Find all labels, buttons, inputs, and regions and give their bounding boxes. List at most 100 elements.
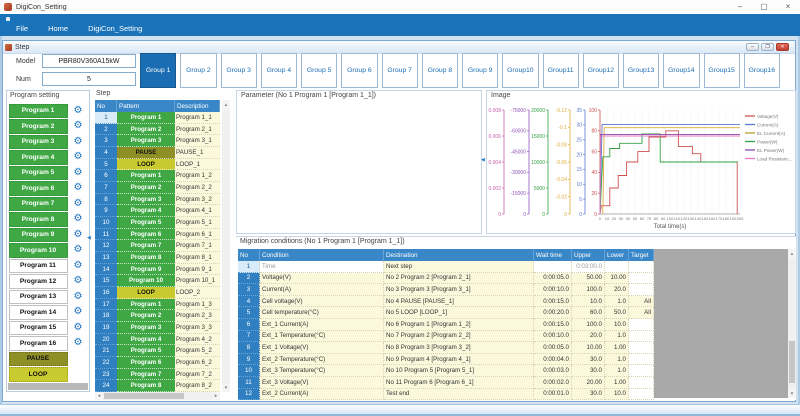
step-pattern-cell[interactable]: Program 4 xyxy=(117,205,175,217)
step-description-cell[interactable]: Program 7_2 xyxy=(175,369,220,381)
step-pattern-cell[interactable]: Program 3 xyxy=(117,135,175,147)
step-pattern-cell[interactable]: LOOP xyxy=(117,287,175,299)
group-tab[interactable]: Group 1 xyxy=(140,53,176,88)
step-description-cell[interactable]: Program 9_1 xyxy=(175,264,220,276)
step-pattern-cell[interactable]: Program 7 xyxy=(117,240,175,252)
step-description-cell[interactable]: Program 1_2 xyxy=(175,170,220,182)
step-no-cell[interactable]: 19 xyxy=(95,322,117,334)
program-button[interactable]: Program 8 xyxy=(9,212,68,227)
step-description-cell[interactable]: Program 8_2 xyxy=(175,380,220,392)
migration-destination-cell[interactable]: No 4 PAUSE [PAUSE_1] xyxy=(384,296,534,308)
migration-lower-cell[interactable]: 1.0 xyxy=(605,331,629,343)
gear-icon[interactable]: ⚙ xyxy=(74,168,83,178)
step-pattern-cell[interactable]: Program 5 xyxy=(117,345,175,357)
migration-no-cell[interactable]: 6 xyxy=(238,319,260,331)
step-description-cell[interactable]: Program 2_1 xyxy=(175,124,220,136)
program-button[interactable]: Program 15 xyxy=(9,321,68,336)
group-tab[interactable]: Group 5 xyxy=(301,53,337,88)
gear-icon[interactable]: ⚙ xyxy=(74,137,83,147)
group-tab[interactable]: Group10 xyxy=(502,53,538,88)
step-table-row[interactable]: 13Program 8Program 8_1 xyxy=(95,252,220,264)
migration-target-cell[interactable] xyxy=(629,342,654,354)
gear-icon[interactable]: ⚙ xyxy=(74,121,83,131)
step-description-cell[interactable]: Program 1_3 xyxy=(175,299,220,311)
group-tab[interactable]: Group 7 xyxy=(382,53,418,88)
migration-upper-cell[interactable]: 30.0 xyxy=(572,389,605,400)
step-pattern-cell[interactable]: Program 3 xyxy=(117,322,175,334)
migration-wait-time-cell[interactable]: 0:00:10.0 xyxy=(534,284,572,296)
migration-wait-time-cell[interactable]: 0:00:02.0 xyxy=(534,377,572,389)
migration-no-cell[interactable]: 9 xyxy=(238,354,260,366)
migration-condition-cell[interactable]: Ext_2 Temperature(°C) xyxy=(260,354,384,366)
step-no-cell[interactable]: 11 xyxy=(95,229,117,241)
step-pattern-cell[interactable]: Program 6 xyxy=(117,357,175,369)
migration-lower-cell[interactable]: 10.00 xyxy=(605,273,629,285)
step-description-cell[interactable]: Program 1_1 xyxy=(175,112,220,124)
step-pattern-cell[interactable]: Program 9 xyxy=(117,264,175,276)
migration-lower-cell[interactable] xyxy=(605,261,629,273)
migration-destination-cell[interactable]: No 9 Program 4 [Program 4_1] xyxy=(384,354,534,366)
step-description-cell[interactable]: Program 3_3 xyxy=(175,322,220,334)
step-table-row[interactable]: 7Program 2Program 2_2 xyxy=(95,182,220,194)
group-tab[interactable]: Group11 xyxy=(543,53,579,88)
child-minimize-icon[interactable]: – xyxy=(746,43,759,51)
migration-lower-cell[interactable]: 1.00 xyxy=(605,342,629,354)
migration-destination-cell[interactable]: No 6 Program 1 [Program 1_2] xyxy=(384,319,534,331)
migration-target-cell[interactable] xyxy=(629,319,654,331)
step-no-cell[interactable]: 1 xyxy=(95,112,117,124)
step-pattern-cell[interactable]: Program 3 xyxy=(117,194,175,206)
migration-table-row[interactable]: 11Ext_3 Voltage(V)No 11 Program 6 [Progr… xyxy=(238,377,654,389)
migration-condition-cell[interactable]: Cell temperature(°C) xyxy=(260,307,384,319)
step-no-cell[interactable]: 17 xyxy=(95,299,117,311)
step-table-row[interactable]: 15Program 10Program 10_1 xyxy=(95,275,220,287)
group-tab[interactable]: Group 9 xyxy=(462,53,498,88)
gear-icon[interactable]: ⚙ xyxy=(74,307,83,317)
menu-item-file[interactable]: File xyxy=(16,24,28,33)
step-no-cell[interactable]: 10 xyxy=(95,217,117,229)
step-table-row[interactable]: 19Program 3Program 3_3 xyxy=(95,322,220,334)
step-description-cell[interactable]: Program 4_1 xyxy=(175,205,220,217)
scroll-down-icon[interactable]: ▼ xyxy=(222,383,230,392)
migration-condition-cell[interactable]: Time xyxy=(260,261,384,273)
step-no-cell[interactable]: 9 xyxy=(95,205,117,217)
migration-target-cell[interactable] xyxy=(629,354,654,366)
migration-table-row[interactable]: 4Cell voltage(V)No 4 PAUSE [PAUSE_1]0:00… xyxy=(238,296,654,308)
program-button[interactable]: Program 11 xyxy=(9,259,68,274)
step-table-row[interactable]: 21Program 5Program 5_2 xyxy=(95,345,220,357)
quick-access-icon[interactable] xyxy=(6,17,10,21)
program-button[interactable]: Program 9 xyxy=(9,228,68,243)
step-pattern-cell[interactable]: Program 10 xyxy=(117,275,175,287)
migration-condition-cell[interactable]: Ext_1 Voltage(V) xyxy=(260,342,384,354)
migration-upper-cell[interactable]: 10.00 xyxy=(572,342,605,354)
step-table-row[interactable]: 17Program 1Program 1_3 xyxy=(95,299,220,311)
step-table-row[interactable]: 2Program 2Program 2_1 xyxy=(95,124,220,136)
migration-lower-cell[interactable]: 10.0 xyxy=(605,389,629,400)
step-no-cell[interactable]: 13 xyxy=(95,252,117,264)
migration-table-row[interactable]: 8Ext_1 Voltage(V)No 8 Program 3 [Program… xyxy=(238,342,654,354)
step-table-row[interactable]: 8Program 3Program 3_2 xyxy=(95,194,220,206)
step-no-cell[interactable]: 5 xyxy=(95,159,117,171)
step-no-cell[interactable]: 22 xyxy=(95,357,117,369)
migration-no-cell[interactable]: 12 xyxy=(238,389,260,400)
step-pattern-cell[interactable]: Program 1 xyxy=(117,112,175,124)
migration-lower-cell[interactable]: 1.0 xyxy=(605,365,629,377)
migration-wait-time-cell[interactable] xyxy=(534,261,572,273)
step-table-row[interactable]: 5LOOPLOOP_1 xyxy=(95,159,220,171)
migration-upper-cell[interactable]: 10.0 xyxy=(572,296,605,308)
migration-target-cell[interactable] xyxy=(629,365,654,377)
migration-vertical-scrollbar[interactable]: ▲ ▼ xyxy=(788,249,796,398)
scroll-right-icon[interactable]: ► xyxy=(212,392,220,400)
splitter-arrow-icon[interactable]: ◀ xyxy=(481,158,485,163)
step-pattern-cell[interactable]: Program 8 xyxy=(117,252,175,264)
group-tab[interactable]: Group16 xyxy=(744,53,780,88)
migration-upper-cell[interactable]: 30.0 xyxy=(572,365,605,377)
step-pattern-cell[interactable]: PAUSE xyxy=(117,147,175,159)
scroll-thumb[interactable] xyxy=(104,393,184,399)
migration-table-row[interactable]: 6Ext_1 Current(A)No 6 Program 1 [Program… xyxy=(238,319,654,331)
child-close-icon[interactable]: ✕ xyxy=(776,43,789,51)
migration-table-row[interactable]: 3Current(A)No 3 Program 3 [Program 3_1]0… xyxy=(238,284,654,296)
step-description-cell[interactable]: PAUSE_1 xyxy=(175,147,220,159)
migration-lower-cell[interactable]: 1.00 xyxy=(605,377,629,389)
step-no-cell[interactable]: 14 xyxy=(95,264,117,276)
menu-item-home[interactable]: Home xyxy=(48,24,68,33)
